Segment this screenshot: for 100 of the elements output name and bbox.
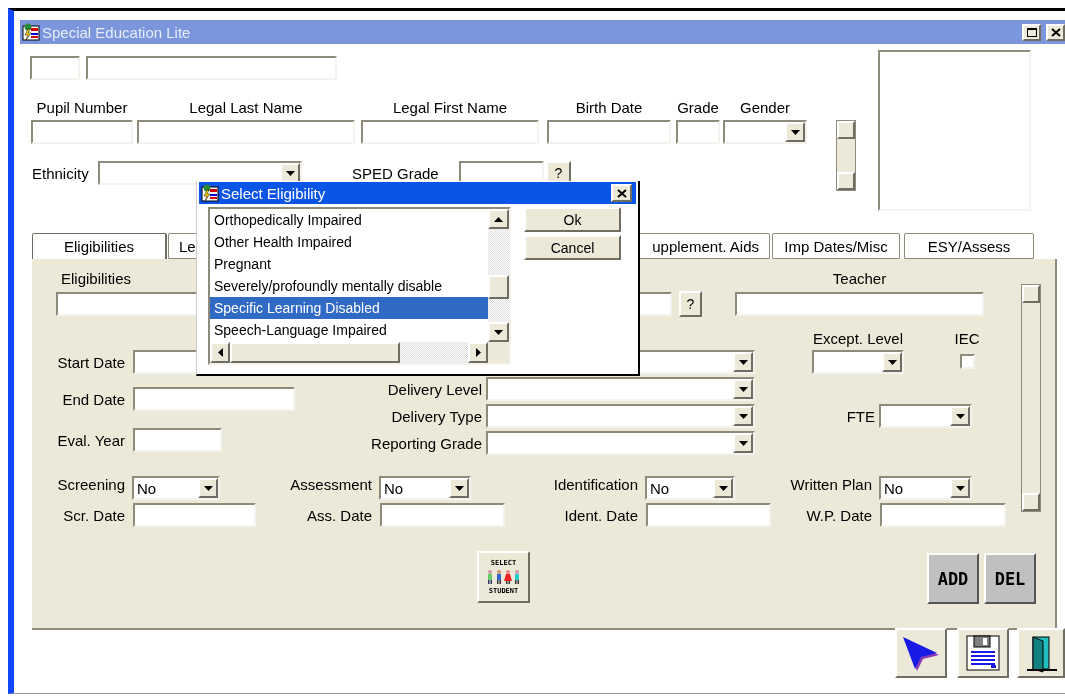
field-label: Written Plan [790, 476, 872, 493]
dropdown-button[interactable] [950, 406, 970, 426]
dropdown-button[interactable] [733, 433, 753, 453]
caret-icon [790, 129, 800, 135]
delete-button[interactable]: DEL [984, 553, 1036, 604]
dropdown-field[interactable]: No [645, 476, 735, 500]
caret-icon [718, 485, 728, 491]
caret-icon [454, 485, 464, 491]
field-label: Identification [553, 476, 638, 493]
dropdown-field[interactable] [812, 350, 904, 374]
list-item[interactable]: Severely/profoundly mentally disable [210, 275, 488, 297]
close-button[interactable] [1046, 23, 1065, 41]
field-label: Scr. Date [63, 506, 125, 524]
tab[interactable]: Eligibilities [32, 233, 167, 259]
field-label: Assessment [290, 476, 372, 493]
pointer-button[interactable] [895, 628, 947, 678]
maximize-button[interactable] [1022, 23, 1041, 41]
text-field[interactable] [137, 120, 355, 144]
right-arrow-icon [475, 348, 481, 357]
dropdown-button[interactable] [198, 478, 218, 498]
caret-icon [955, 413, 965, 419]
dropdown-button[interactable] [882, 352, 902, 372]
dropdown-field[interactable]: No [379, 476, 471, 500]
text-field[interactable] [880, 503, 1006, 527]
field-label: Eligibilities [60, 271, 132, 287]
dropdown-field[interactable] [723, 120, 807, 144]
dialog-button[interactable]: Ok [524, 207, 621, 232]
vertical-scrollbar[interactable] [1021, 284, 1041, 512]
field-label: Legal First Name [392, 100, 508, 116]
scroll-thumb[interactable] [488, 275, 509, 299]
text-field[interactable] [133, 387, 295, 411]
field-label: SPED Grade [352, 164, 440, 182]
list-item[interactable]: Orthopedically Impaired [210, 209, 488, 231]
checkbox[interactable] [959, 354, 975, 369]
window-title: Special Education Lite [42, 23, 192, 41]
text-field[interactable] [547, 120, 671, 144]
exit-button[interactable] [1017, 628, 1065, 678]
dropdown-button[interactable] [280, 163, 300, 183]
dialog-title: Select Eligibility [221, 184, 327, 202]
field-label: Ident. Date [564, 506, 638, 524]
caret-icon [738, 440, 748, 446]
caret-icon [285, 170, 295, 176]
scrollbar-corner [488, 342, 509, 363]
text-field[interactable] [30, 56, 80, 80]
close-icon [1050, 27, 1061, 37]
dropdown-button[interactable] [449, 478, 469, 498]
tab[interactable]: ESY/Assess [904, 233, 1034, 259]
caret-icon [955, 485, 965, 491]
dropdown-button[interactable] [733, 379, 753, 399]
dropdown-button[interactable] [733, 406, 753, 426]
eligibility-list[interactable]: Orthopedically Impaired Other Health Impaired Pregnant Severely/profoundly mentally disable Specific Learning Disabled Speech-Language Impaired [208, 207, 511, 365]
field-label: Start Date [57, 353, 125, 371]
vertical-scrollbar[interactable] [488, 209, 509, 342]
dropdown-field[interactable] [486, 377, 755, 401]
tab[interactable]: Imp Dates/Misc [772, 233, 900, 259]
lookup-button[interactable]: ? [679, 291, 702, 317]
dialog-button[interactable]: Cancel [524, 235, 621, 260]
field-label: Grade [677, 100, 719, 116]
text-field[interactable] [361, 120, 539, 144]
caret-icon [887, 359, 897, 365]
dropdown-button[interactable] [733, 352, 753, 372]
app-icon [201, 184, 219, 202]
field-label: Ethnicity [32, 164, 90, 182]
list-item[interactable]: Speech-Language Impaired [210, 319, 488, 341]
field-label: IEC [954, 331, 980, 347]
text-field[interactable] [735, 292, 984, 316]
horizontal-scrollbar[interactable] [210, 342, 488, 363]
caret-icon [738, 413, 748, 419]
vertical-scrollbar[interactable] [836, 120, 856, 191]
dropdown-field[interactable]: No [132, 476, 220, 500]
text-field[interactable] [86, 56, 337, 80]
text-field[interactable] [133, 428, 222, 452]
dropdown-button[interactable] [785, 122, 805, 142]
field-label: Delivery Level [387, 380, 482, 398]
text-field[interactable] [676, 120, 720, 144]
save-button[interactable] [957, 628, 1009, 678]
field-label: Screening [57, 476, 125, 493]
close-button[interactable] [611, 184, 632, 202]
dropdown-button[interactable] [950, 478, 970, 498]
dropdown-button[interactable] [713, 478, 733, 498]
people-icon [485, 569, 522, 585]
dropdown-field[interactable] [486, 431, 755, 455]
dropdown-field[interactable] [486, 404, 755, 428]
list-item[interactable]: Specific Learning Disabled [210, 297, 488, 319]
text-field[interactable] [646, 503, 771, 527]
list-item[interactable]: Pregnant [210, 253, 488, 275]
app-icon [22, 23, 40, 41]
maximize-icon [1026, 27, 1037, 37]
list-item[interactable]: Other Health Impaired [210, 231, 488, 253]
dropdown-field[interactable] [98, 161, 302, 185]
dropdown-field[interactable]: No [879, 476, 972, 500]
text-field[interactable] [380, 503, 505, 527]
dropdown-field[interactable] [879, 404, 972, 428]
field-label: FTE [846, 407, 875, 425]
add-button[interactable]: ADD [927, 553, 979, 604]
field-label: Ass. Date [306, 506, 372, 524]
field-label: Teacher [832, 271, 887, 287]
text-field[interactable] [133, 503, 256, 527]
caret-icon [738, 386, 748, 392]
text-field[interactable] [31, 120, 133, 144]
